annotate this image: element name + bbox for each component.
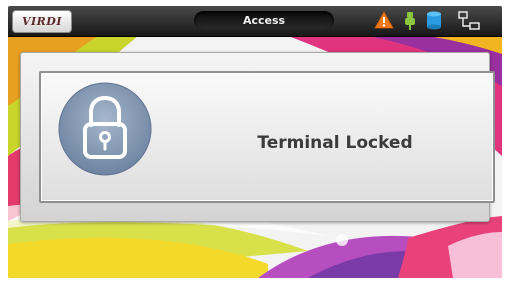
screen-title: Access [194,11,334,30]
terminal-locked-message: Terminal Locked [257,133,413,153]
warning-icon [374,11,394,29]
database-icon [427,11,441,30]
lock-status-panel: Terminal Locked [20,52,495,222]
network-icon [458,11,480,30]
lock-icon [58,82,152,176]
virdi-logo: VIRDI [12,10,72,33]
terminal-screen: VIRDI Access Terminal Locked [8,6,502,278]
usb-icon [405,12,415,30]
top-bar: VIRDI Access [8,6,502,37]
status-icons [374,11,498,31]
